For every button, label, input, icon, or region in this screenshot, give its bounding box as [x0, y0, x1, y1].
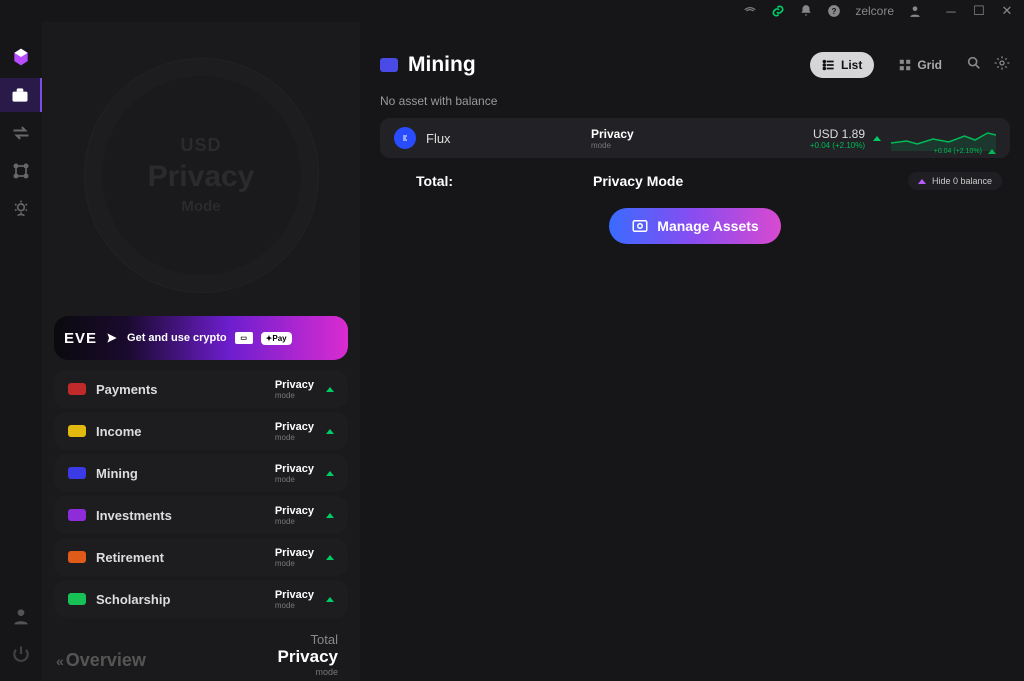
- category-mode: mode: [275, 391, 314, 400]
- credit-card-icon: ▭: [235, 332, 253, 344]
- grid-icon: [898, 58, 912, 72]
- category-name: Scholarship: [96, 592, 275, 607]
- category-name: Mining: [96, 466, 275, 481]
- wallet-icon: [68, 551, 86, 563]
- up-triangle-icon: [326, 555, 334, 560]
- username[interactable]: zelcore: [855, 4, 894, 18]
- category-privacy: Privacy: [275, 547, 314, 559]
- page-title: Mining: [408, 53, 810, 77]
- up-triangle-icon: [873, 136, 881, 141]
- view-grid-button[interactable]: Grid: [886, 52, 954, 78]
- eve-brand: EVE: [64, 330, 97, 347]
- rail-logo[interactable]: [0, 40, 42, 74]
- eve-arrow-icon: [105, 331, 119, 345]
- up-triangle-icon: [326, 471, 334, 476]
- category-mode: mode: [275, 517, 314, 526]
- rail-profile[interactable]: [0, 599, 42, 633]
- category-name: Investments: [96, 508, 275, 523]
- avatar-icon[interactable]: [908, 4, 922, 18]
- minimize-icon[interactable]: ─: [944, 4, 958, 18]
- ring-line3: Mode: [148, 198, 255, 215]
- ring-line2: Privacy: [148, 160, 255, 194]
- filter-triangle-icon: [918, 179, 926, 184]
- wallet-icon: [68, 383, 86, 395]
- asset-privacy: Privacy: [591, 127, 634, 141]
- sidebar-total: Total Privacy mode: [278, 624, 353, 681]
- category-privacy: Privacy: [275, 463, 314, 475]
- asset-mode: mode: [591, 141, 634, 150]
- hide-zero-button[interactable]: Hide 0 balance: [908, 172, 1002, 190]
- wallet-icon: [68, 593, 86, 605]
- titlebar: ? zelcore ─ ☐ ✕: [0, 0, 1024, 22]
- svg-text:?: ?: [832, 7, 837, 16]
- up-triangle-icon: [326, 597, 334, 602]
- rail-swap[interactable]: [0, 116, 42, 150]
- sidebar: USD Privacy Mode EVE Get and use crypto …: [42, 22, 360, 681]
- category-payments[interactable]: PaymentsPrivacymode: [54, 370, 348, 408]
- total-label: Total:: [388, 173, 593, 189]
- sparkline: +0.04 (+2.10%): [891, 125, 996, 151]
- wallet-icon: [68, 509, 86, 521]
- main-panel: Mining List Grid No asset with balance F…: [360, 22, 1024, 681]
- category-retirement[interactable]: RetirementPrivacymode: [54, 538, 348, 576]
- asset-delta: +0.04 (+2.10%): [810, 141, 865, 150]
- category-color-icon: [380, 58, 398, 72]
- walletconnect-icon[interactable]: [743, 4, 757, 18]
- link-icon[interactable]: [771, 4, 785, 18]
- category-mining[interactable]: MiningPrivacymode: [54, 454, 348, 492]
- category-privacy: Privacy: [275, 421, 314, 433]
- category-name: Payments: [96, 382, 275, 397]
- up-triangle-icon: [326, 513, 334, 518]
- rail-apps[interactable]: [0, 154, 42, 188]
- overview-link[interactable]: «Overview: [50, 650, 146, 681]
- up-triangle-icon: [326, 429, 334, 434]
- ring-line1: USD: [148, 135, 255, 156]
- asset-usd: USD 1.89: [810, 127, 865, 141]
- nav-rail: [0, 22, 42, 681]
- up-triangle-icon: [326, 387, 334, 392]
- asset-name: Flux: [426, 131, 591, 146]
- eve-banner[interactable]: EVE Get and use crypto ▭ ✦Pay: [54, 316, 348, 360]
- manage-icon: [631, 217, 649, 235]
- list-icon: [822, 58, 836, 72]
- category-investments[interactable]: InvestmentsPrivacymode: [54, 496, 348, 534]
- wallet-icon: [68, 425, 86, 437]
- applepay-badge: ✦Pay: [261, 332, 292, 345]
- category-privacy: Privacy: [275, 589, 314, 601]
- view-list-button[interactable]: List: [810, 52, 874, 78]
- category-scholarship[interactable]: ScholarshipPrivacymode: [54, 580, 348, 618]
- category-privacy: Privacy: [275, 379, 314, 391]
- rail-power[interactable]: [0, 637, 42, 671]
- category-privacy: Privacy: [275, 505, 314, 517]
- category-income[interactable]: IncomePrivacymode: [54, 412, 348, 450]
- category-mode: mode: [275, 433, 314, 442]
- gear-icon[interactable]: [994, 55, 1010, 76]
- asset-row-flux[interactable]: Flux Privacy mode USD 1.89 +0.04 (+2.10%…: [380, 118, 1010, 158]
- rail-settings[interactable]: [0, 192, 42, 226]
- category-name: Income: [96, 424, 275, 439]
- bell-icon[interactable]: [799, 4, 813, 18]
- category-mode: mode: [275, 475, 314, 484]
- no-asset-text: No asset with balance: [380, 94, 1010, 108]
- flux-icon: [394, 127, 416, 149]
- manage-assets-button[interactable]: Manage Assets: [609, 208, 780, 244]
- category-mode: mode: [275, 559, 314, 568]
- total-privacy: Privacy Mode: [593, 173, 908, 189]
- eve-text: Get and use crypto: [127, 332, 227, 344]
- wallet-icon: [68, 467, 86, 479]
- balance-ring: USD Privacy Mode: [84, 58, 319, 293]
- category-mode: mode: [275, 601, 314, 610]
- search-icon[interactable]: [966, 55, 982, 76]
- rail-portfolio[interactable]: [0, 78, 42, 112]
- category-name: Retirement: [96, 550, 275, 565]
- close-icon[interactable]: ✕: [1000, 4, 1014, 18]
- maximize-icon[interactable]: ☐: [972, 4, 986, 18]
- help-icon[interactable]: ?: [827, 4, 841, 18]
